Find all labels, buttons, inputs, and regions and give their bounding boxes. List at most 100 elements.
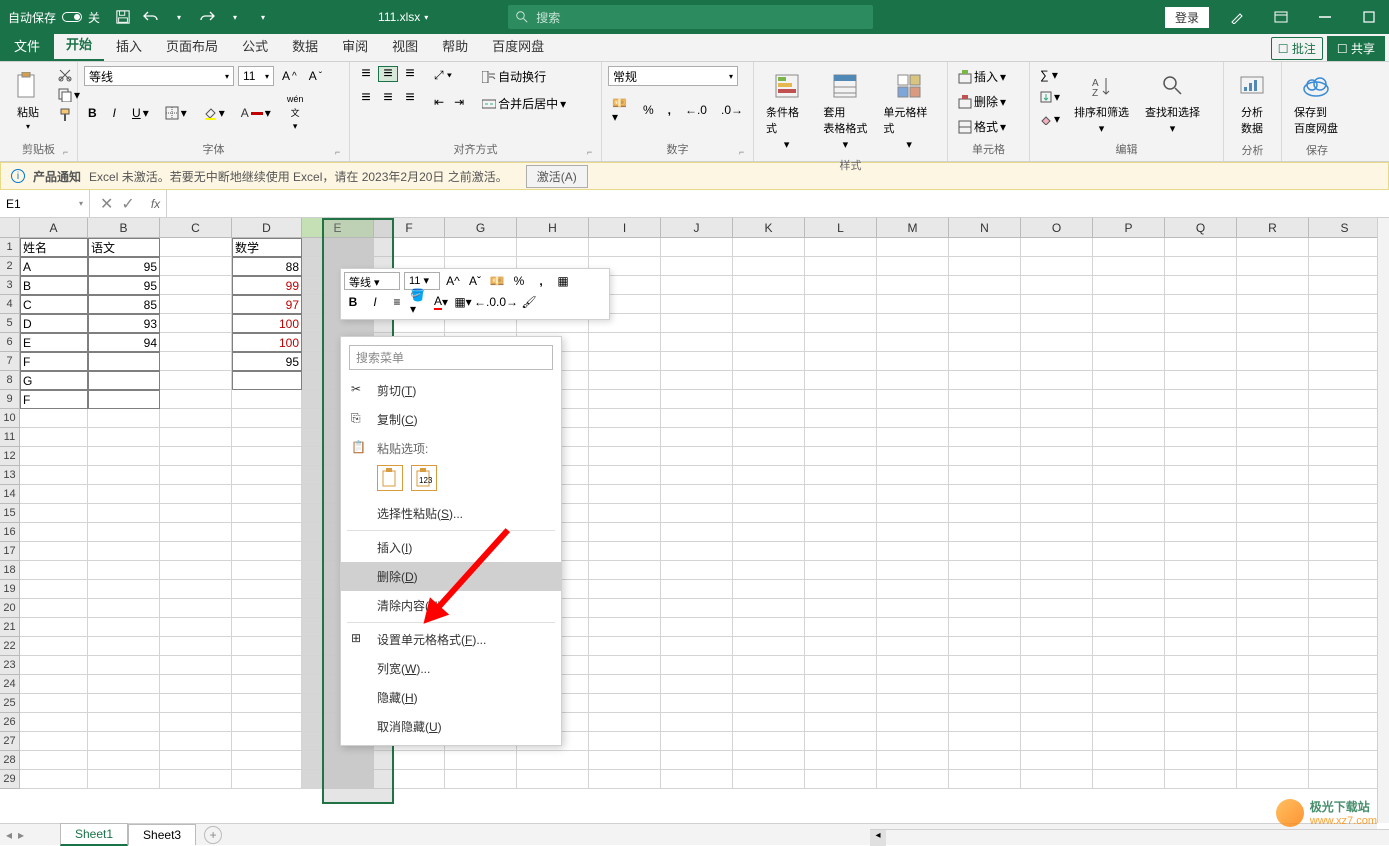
col-header-B[interactable]: B bbox=[88, 218, 160, 238]
cell-L18[interactable] bbox=[805, 561, 877, 580]
cell-C11[interactable] bbox=[160, 428, 232, 447]
cell-R10[interactable] bbox=[1237, 409, 1309, 428]
cell-N14[interactable] bbox=[949, 485, 1021, 504]
cell-I18[interactable] bbox=[589, 561, 661, 580]
cell-O19[interactable] bbox=[1021, 580, 1093, 599]
cell-J25[interactable] bbox=[661, 694, 733, 713]
cell-D1[interactable]: 数学 bbox=[232, 238, 302, 257]
cell-R22[interactable] bbox=[1237, 637, 1309, 656]
cell-K2[interactable] bbox=[733, 257, 805, 276]
cell-Q25[interactable] bbox=[1165, 694, 1237, 713]
cell-O6[interactable] bbox=[1021, 333, 1093, 352]
cell-Q19[interactable] bbox=[1165, 580, 1237, 599]
cell-L24[interactable] bbox=[805, 675, 877, 694]
increase-font-button[interactable]: A^ bbox=[278, 67, 301, 85]
cell-R14[interactable] bbox=[1237, 485, 1309, 504]
cell-J7[interactable] bbox=[661, 352, 733, 371]
cell-S13[interactable] bbox=[1309, 466, 1381, 485]
cell-P28[interactable] bbox=[1093, 751, 1165, 770]
border-button[interactable]: ▾ bbox=[161, 104, 191, 122]
cell-N1[interactable] bbox=[949, 238, 1021, 257]
cell-Q24[interactable] bbox=[1165, 675, 1237, 694]
mini-comma-icon[interactable]: , bbox=[532, 272, 550, 290]
pen-icon[interactable] bbox=[1221, 5, 1253, 29]
cell-N9[interactable] bbox=[949, 390, 1021, 409]
mini-font-color-icon[interactable]: A▾ bbox=[432, 293, 450, 311]
activate-button[interactable]: 激活(A) bbox=[526, 165, 588, 188]
sort-filter-button[interactable]: AZ排序和筛选▾ bbox=[1068, 66, 1135, 139]
cell-K16[interactable] bbox=[733, 523, 805, 542]
cell-P4[interactable] bbox=[1093, 295, 1165, 314]
cell-B4[interactable]: 85 bbox=[88, 295, 160, 314]
cell-M12[interactable] bbox=[877, 447, 949, 466]
cell-A5[interactable]: D bbox=[20, 314, 88, 333]
phonetic-button[interactable]: wén文▾ bbox=[283, 92, 308, 134]
add-sheet-button[interactable]: + bbox=[204, 826, 222, 844]
cell-I8[interactable] bbox=[589, 371, 661, 390]
row-header-25[interactable]: 25 bbox=[0, 694, 20, 713]
undo-dropdown-icon[interactable]: ▾ bbox=[170, 8, 188, 26]
cell-D6[interactable]: 100 bbox=[232, 333, 302, 352]
cell-C18[interactable] bbox=[160, 561, 232, 580]
clear-button[interactable]: ▾ bbox=[1036, 110, 1064, 128]
cell-J4[interactable] bbox=[661, 295, 733, 314]
conditional-format-button[interactable]: 条件格式▾ bbox=[760, 66, 813, 155]
cell-P22[interactable] bbox=[1093, 637, 1165, 656]
cell-I27[interactable] bbox=[589, 732, 661, 751]
decrease-indent-button[interactable]: ⇤ bbox=[430, 93, 448, 111]
cell-D21[interactable] bbox=[232, 618, 302, 637]
cell-R28[interactable] bbox=[1237, 751, 1309, 770]
cell-S5[interactable] bbox=[1309, 314, 1381, 333]
cell-A7[interactable]: F bbox=[20, 352, 88, 371]
cell-P13[interactable] bbox=[1093, 466, 1165, 485]
cell-O8[interactable] bbox=[1021, 371, 1093, 390]
cell-A24[interactable] bbox=[20, 675, 88, 694]
cell-O22[interactable] bbox=[1021, 637, 1093, 656]
cell-H1[interactable] bbox=[517, 238, 589, 257]
cell-A2[interactable]: A bbox=[20, 257, 88, 276]
cell-P5[interactable] bbox=[1093, 314, 1165, 333]
cell-C5[interactable] bbox=[160, 314, 232, 333]
cell-I11[interactable] bbox=[589, 428, 661, 447]
col-header-D[interactable]: D bbox=[232, 218, 302, 238]
cell-P24[interactable] bbox=[1093, 675, 1165, 694]
cell-Q5[interactable] bbox=[1165, 314, 1237, 333]
cell-J19[interactable] bbox=[661, 580, 733, 599]
cell-L22[interactable] bbox=[805, 637, 877, 656]
cell-R25[interactable] bbox=[1237, 694, 1309, 713]
minimize-icon[interactable] bbox=[1309, 5, 1341, 29]
cell-I19[interactable] bbox=[589, 580, 661, 599]
cell-O23[interactable] bbox=[1021, 656, 1093, 675]
cell-P29[interactable] bbox=[1093, 770, 1165, 789]
cell-Q8[interactable] bbox=[1165, 371, 1237, 390]
cell-R29[interactable] bbox=[1237, 770, 1309, 789]
row-header-26[interactable]: 26 bbox=[0, 713, 20, 732]
cell-G28[interactable] bbox=[445, 751, 517, 770]
share-button[interactable]: ☐ 共享 bbox=[1327, 36, 1385, 61]
cell-M11[interactable] bbox=[877, 428, 949, 447]
cell-I13[interactable] bbox=[589, 466, 661, 485]
ctx-delete[interactable]: 删除(D) bbox=[341, 562, 561, 591]
cell-Q22[interactable] bbox=[1165, 637, 1237, 656]
cell-O3[interactable] bbox=[1021, 276, 1093, 295]
cell-B8[interactable] bbox=[88, 371, 160, 390]
cell-G29[interactable] bbox=[445, 770, 517, 789]
cell-B7[interactable] bbox=[88, 352, 160, 371]
cell-C14[interactable] bbox=[160, 485, 232, 504]
cell-P23[interactable] bbox=[1093, 656, 1165, 675]
cell-R6[interactable] bbox=[1237, 333, 1309, 352]
cell-D4[interactable]: 97 bbox=[232, 295, 302, 314]
col-header-I[interactable]: I bbox=[589, 218, 661, 238]
mini-font-dropdown[interactable]: 等线 ▾ bbox=[344, 272, 400, 290]
cell-H28[interactable] bbox=[517, 751, 589, 770]
cell-O24[interactable] bbox=[1021, 675, 1093, 694]
cell-O5[interactable] bbox=[1021, 314, 1093, 333]
cell-O21[interactable] bbox=[1021, 618, 1093, 637]
mini-currency-icon[interactable]: 💴 bbox=[488, 272, 506, 290]
cell-N21[interactable] bbox=[949, 618, 1021, 637]
delete-cells-button[interactable]: 删除 ▾ bbox=[954, 91, 1010, 112]
cell-D24[interactable] bbox=[232, 675, 302, 694]
col-header-O[interactable]: O bbox=[1021, 218, 1093, 238]
cell-I22[interactable] bbox=[589, 637, 661, 656]
cell-L16[interactable] bbox=[805, 523, 877, 542]
